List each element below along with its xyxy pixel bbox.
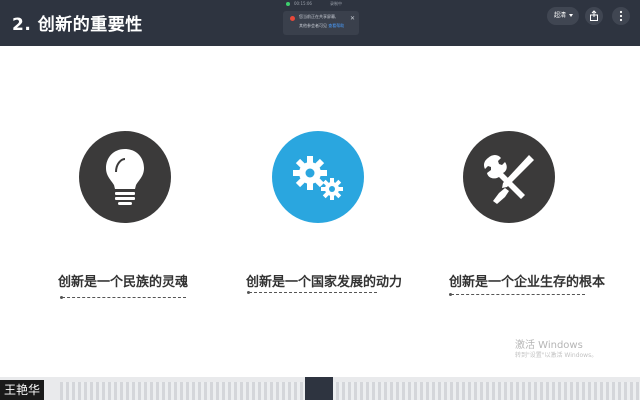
chevron-down-icon [569, 14, 573, 17]
notice-text: 您当前正在共享屏幕, [299, 14, 337, 19]
more-icon [619, 10, 623, 22]
status-dot-icon [286, 2, 290, 6]
root-circle [463, 131, 555, 223]
status-time: 00:15:06 [294, 1, 312, 6]
notice-subtext: 其他参会者可见 查看帮助 [299, 23, 345, 28]
tools-icon [484, 155, 534, 204]
share-button[interactable] [585, 7, 603, 25]
caption-root: 创新是一个企业生存的根本 [449, 275, 606, 290]
soul-circle [79, 131, 171, 223]
lightbulb-icon [106, 149, 144, 205]
close-icon[interactable]: ✕ [350, 15, 355, 22]
meeting-screen-share: 2. 创新的重要性 00:15:06 录制中 您当前正在共享屏幕, 其他参会者可… [0, 0, 640, 400]
quality-select-button[interactable]: 超清 [547, 7, 579, 25]
caption-divider [62, 297, 186, 298]
caption-soul: 创新是一个民族的灵魂 [58, 275, 189, 290]
gears-icon [293, 156, 343, 200]
activation-watermark-text: 转到"设置"以激活 Windows。 [515, 352, 598, 359]
caption-divider [451, 294, 585, 295]
top-bar: 2. 创新的重要性 00:15:06 录制中 您当前正在共享屏幕, 其他参会者可… [0, 0, 640, 46]
recording-status: 00:15:06 录制中 [286, 1, 358, 9]
share-notice-popup: 您当前正在共享屏幕, 其他参会者可见 查看帮助 ✕ [283, 11, 359, 35]
activation-watermark-title: 激活 Windows [515, 340, 583, 351]
participant-thumbnail[interactable] [305, 377, 333, 400]
caption-power: 创新是一个国家发展的动力 [246, 275, 403, 290]
status-label: 录制中 [330, 1, 342, 6]
notice-help-link[interactable]: 查看帮助 [328, 23, 344, 28]
participant-name-tag: 王艳华 [0, 380, 45, 400]
more-button[interactable] [612, 7, 630, 25]
power-circle [272, 131, 364, 223]
slide-title: 2. 创新的重要性 [12, 15, 143, 35]
quality-label: 超清 [554, 12, 567, 19]
participant-strip-pattern [60, 382, 640, 400]
warning-icon [290, 16, 295, 21]
caption-divider [249, 292, 377, 293]
share-icon [590, 10, 598, 21]
